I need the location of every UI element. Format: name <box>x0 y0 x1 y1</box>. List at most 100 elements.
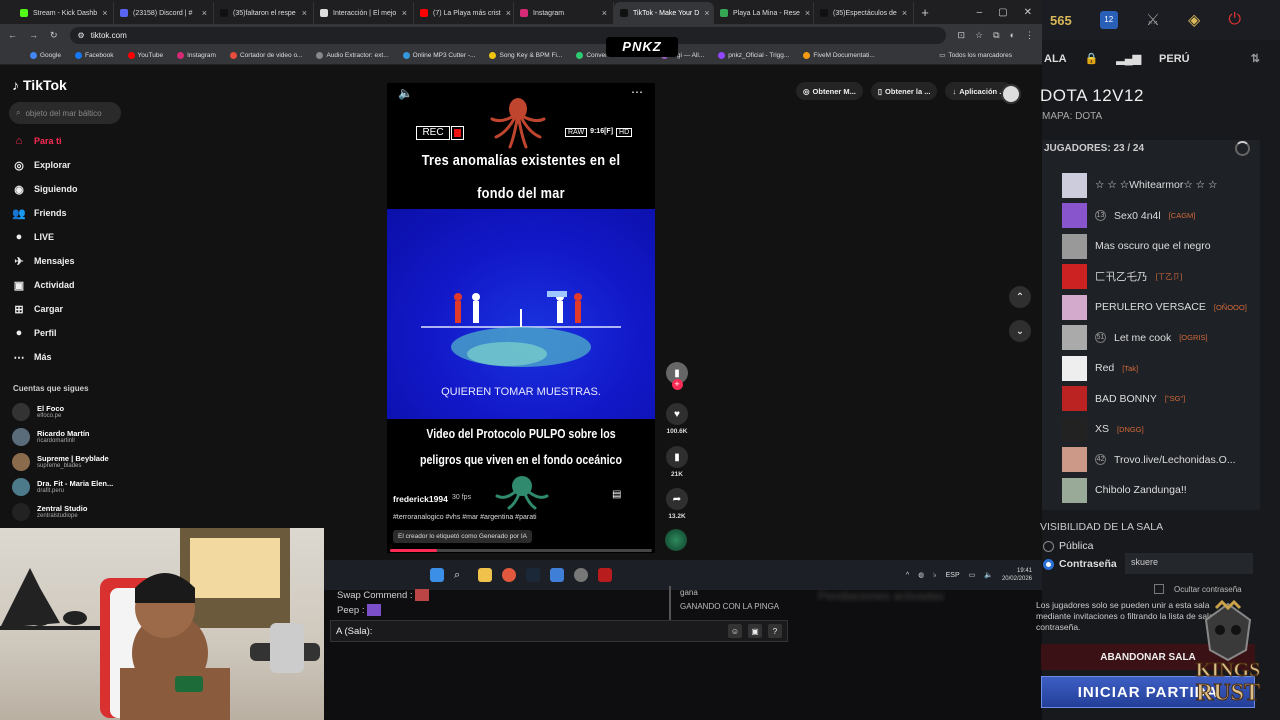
video-progress[interactable] <box>390 549 652 552</box>
following-item[interactable]: El Foco elfoco.pe <box>12 402 64 422</box>
player-row[interactable]: 13 Sex0 4n4l [CAGM] <box>1062 203 1252 229</box>
player-row[interactable]: ☆ ☆ ☆Whitearmor☆ ☆ ☆ <box>1062 172 1252 198</box>
windows-start-icon[interactable] <box>430 568 444 582</box>
new-tab-button[interactable]: + <box>914 5 936 20</box>
sidebar-item-actividad[interactable]: ▣ Actividad <box>12 277 75 293</box>
close-icon[interactable]: × <box>602 8 607 18</box>
sidebar-item-para-ti[interactable]: ⌂ Para ti <box>12 133 62 149</box>
sidebar-item-cargar[interactable]: ⊞ Cargar <box>12 301 63 317</box>
armory-icon[interactable]: ⚔ <box>1146 10 1160 30</box>
next-video-button[interactable]: ⌄ <box>1009 320 1031 342</box>
all-bookmarks-folder[interactable]: ▭ Todos los marcadores <box>939 51 1012 60</box>
following-item[interactable]: Zentral Studio zentralstudiope <box>12 502 87 522</box>
close-icon[interactable]: × <box>506 8 511 18</box>
bookmark-item[interactable]: Facebook <box>74 51 114 59</box>
more-options-icon[interactable]: ⋯ <box>631 85 643 99</box>
notepad-icon[interactable] <box>550 568 564 582</box>
player-row[interactable]: 匚卂乙乇乃 [ㄒ乙卩] <box>1062 264 1252 290</box>
mic-icon[interactable]: ♭ <box>933 571 936 579</box>
close-icon[interactable]: × <box>902 8 907 18</box>
install-icon[interactable]: ⊡ <box>958 30 966 41</box>
tiktok-logo[interactable]: ♪ TikTok <box>12 77 67 93</box>
swap-icon[interactable]: ⇅ <box>1251 52 1260 65</box>
emoji-icon[interactable]: ☺ <box>728 624 742 638</box>
save-button[interactable]: ▮ 21K <box>664 446 690 478</box>
tray-arrow-icon[interactable]: ^ <box>906 572 909 579</box>
chat-input[interactable]: A (Sala): ☺ ▣? <box>330 620 788 642</box>
minimize-icon[interactable]: – <box>977 7 983 18</box>
captions-icon[interactable]: ▤ <box>612 489 621 500</box>
clock[interactable]: 19:41 20/02/2026 <box>1002 567 1032 583</box>
player-row[interactable]: Mas oscuro que el negro <box>1062 233 1252 259</box>
bookmark-item[interactable]: Google <box>30 51 61 59</box>
level-badge[interactable]: 12 <box>1099 11 1118 29</box>
player-row[interactable]: XS [DNGG] <box>1062 416 1252 442</box>
browser-tab[interactable]: TikTok - Make Your D × <box>614 2 714 24</box>
sidebar-item-perfil[interactable]: ● Perfil <box>12 325 57 341</box>
player-row[interactable]: BAD BONNY ["SG"] <box>1062 386 1252 412</box>
password-field[interactable]: skuere <box>1125 553 1253 574</box>
bookmark-item[interactable]: Audio Extractor: ext... <box>316 51 389 59</box>
close-icon[interactable]: × <box>202 8 207 18</box>
sidebar-item-siguiendo[interactable]: ◉ Siguiendo <box>12 181 77 197</box>
extensions-icon[interactable]: ⧉ <box>993 30 999 41</box>
close-icon[interactable]: × <box>302 8 307 18</box>
volume-icon[interactable]: 🔈 <box>398 86 413 100</box>
menu-icon[interactable]: ⋮ <box>1025 30 1034 41</box>
help-icon[interactable]: ? <box>768 624 782 638</box>
following-item[interactable]: Supreme | Beyblade supreme_blades <box>12 452 109 472</box>
network-icon[interactable]: ▭ <box>969 571 976 579</box>
folder-icon[interactable] <box>478 568 492 582</box>
user-avatar[interactable] <box>1001 84 1021 104</box>
close-window-icon[interactable]: ✕ <box>1024 7 1032 18</box>
forward-icon[interactable]: → <box>29 30 38 40</box>
chrome-icon[interactable] <box>502 568 516 582</box>
sidebar-item-mensajes[interactable]: ✈ Mensajes <box>12 253 74 269</box>
url-field[interactable]: ⚙ tiktok.com <box>69 26 946 44</box>
sidebar-item-explorar[interactable]: ◎ Explorar <box>12 157 70 173</box>
bookmark-item[interactable]: Online MP3 Cutter -... <box>402 51 475 59</box>
browser-tab[interactable]: Stream - Kick Dashb × <box>14 2 114 24</box>
browser-tab[interactable]: (7) La Playa más crist × <box>414 2 514 24</box>
power-icon[interactable]: ⏻ <box>1228 11 1241 29</box>
tray-app-icon[interactable]: ◍ <box>918 571 924 579</box>
bookmark-item[interactable]: FiveM Documentati... <box>803 51 875 59</box>
close-icon[interactable]: × <box>402 8 407 18</box>
video-author[interactable]: frederick1994 <box>393 494 448 504</box>
player-row[interactable]: Chibolo Zandunga!! <box>1062 477 1252 503</box>
maximize-icon[interactable]: ▢ <box>998 7 1007 18</box>
follow-plus-icon[interactable]: + <box>671 379 683 390</box>
plus-icon[interactable]: ◈ <box>1188 10 1200 30</box>
close-icon[interactable]: × <box>704 8 709 18</box>
star-icon[interactable]: ☆ <box>975 30 983 41</box>
close-icon[interactable]: × <box>805 8 810 18</box>
like-button[interactable]: ♥ 100.6K <box>664 403 690 435</box>
browser-tab[interactable]: Playa La Mina - Rese × <box>714 2 814 24</box>
sidebar-item-friends[interactable]: 👥 Friends <box>12 205 66 221</box>
prev-video-button[interactable]: ⌃ <box>1009 286 1031 308</box>
search-input[interactable]: ⌕ objeto del mar báltico <box>9 102 121 124</box>
bookmark-item[interactable]: pnkz_Oficial - Trigg... <box>718 51 789 59</box>
following-item[interactable]: Dra. Fit - Maria Elen... drafit.peru <box>12 477 113 497</box>
browser-tab[interactable]: Instagram × <box>514 2 614 24</box>
sound-disc[interactable] <box>665 529 687 551</box>
bookmark-item[interactable]: Cortador de video o... <box>229 51 302 59</box>
browser-tab[interactable]: (35)Espectáculos de × <box>814 2 914 24</box>
bookmark-item[interactable]: Song Key & BPM Fi... <box>489 51 562 59</box>
following-item[interactable]: Ricardo Martín ricardomartinll <box>12 427 90 447</box>
visibility-public-radio[interactable]: Pública <box>1043 540 1093 552</box>
lang-indicator[interactable]: ESP <box>946 572 960 579</box>
close-icon[interactable]: × <box>102 8 107 18</box>
bookmark-item[interactable]: Instagram <box>177 51 216 59</box>
speaker-icon[interactable]: 🔈 <box>984 571 993 579</box>
site-info-icon[interactable]: ⚙ <box>78 31 85 40</box>
player-row[interactable]: 42 Trovo.live/Lechonidas.O... <box>1062 447 1252 473</box>
bookmark-item[interactable]: YouTube <box>127 51 163 59</box>
creator-avatar[interactable]: ▮ + <box>664 362 690 390</box>
top-action-button[interactable]: ▯ Obtener la ... <box>870 82 938 100</box>
video-hashtags[interactable]: #terroranalogico #vhs #mar #argentina #p… <box>393 514 537 521</box>
player-row[interactable]: PERULERO VERSACE [OÑOOO] <box>1062 294 1252 320</box>
player-row[interactable]: 51 Let me cook [OGRIS] <box>1062 325 1252 351</box>
visibility-password-radio[interactable]: Contraseña <box>1043 558 1117 570</box>
sidebar-item-live[interactable]: ● LIVE <box>12 229 54 245</box>
